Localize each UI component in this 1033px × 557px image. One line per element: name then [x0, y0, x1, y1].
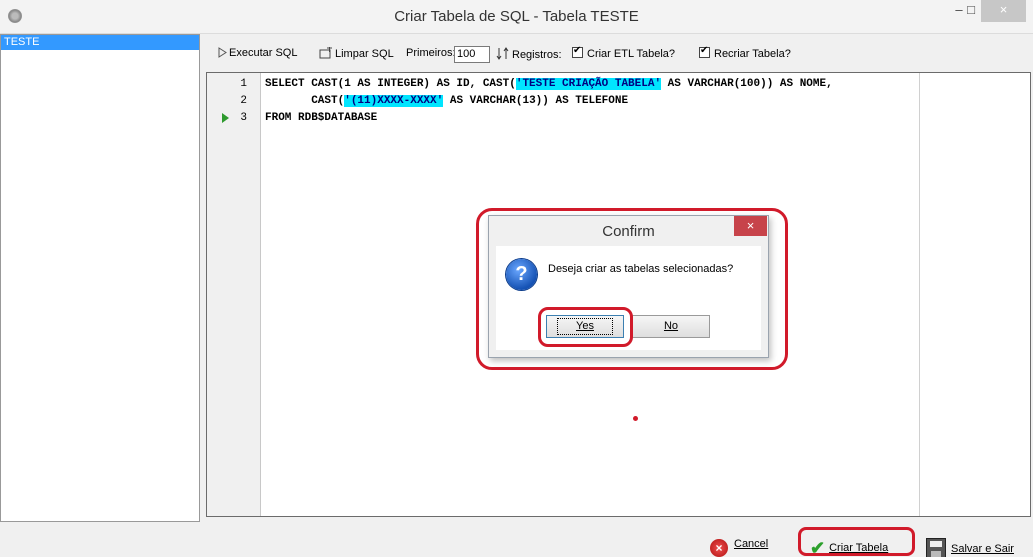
- dialog-title: Confirm: [602, 223, 655, 240]
- checkbox-checked-icon: [572, 45, 583, 58]
- first-records-input[interactable]: 100: [454, 46, 490, 63]
- annotation-frame: [798, 527, 915, 556]
- recreate-table-checkbox[interactable]: Recriar Tabela?: [699, 45, 791, 60]
- code-text: AS VARCHAR(100)) AS NOME,: [661, 78, 833, 90]
- line-gutter: 1 2 3: [207, 73, 261, 516]
- clear-sql-button[interactable]: Limpar SQL: [319, 47, 394, 60]
- question-icon: ?: [506, 259, 537, 290]
- code-text: SELECT CAST(1 AS INTEGER) AS ID, CAST(: [265, 78, 516, 90]
- code-line[interactable]: CAST('(11)XXXX-XXXX' AS VARCHAR(13)) AS …: [265, 95, 628, 107]
- first-label: Primeiros:: [406, 47, 456, 59]
- save-exit-button[interactable]: Salvar e Sair: [926, 538, 1014, 557]
- code-highlight: 'TESTE CRIAÇÃO TABELA': [515, 78, 662, 90]
- code-text: CAST(: [265, 95, 345, 107]
- execute-sql-button[interactable]: Executar SQL: [218, 47, 297, 59]
- annotation-dot: [633, 416, 638, 421]
- line-number: 3: [240, 112, 247, 124]
- cancel-button[interactable]: × Cancel: [710, 538, 768, 557]
- no-button[interactable]: No: [632, 315, 710, 338]
- window-title: Criar Tabela de SQL - Tabela TESTE: [394, 8, 639, 25]
- create-etl-label: Criar ETL Tabela?: [587, 48, 676, 60]
- clear-sql-label: Limpar SQL: [335, 48, 394, 60]
- save-icon: [926, 538, 946, 557]
- clear-icon: [319, 47, 332, 59]
- checkbox-checked-icon: [699, 45, 710, 58]
- table-list-item[interactable]: TESTE: [1, 35, 199, 50]
- cancel-icon: ×: [710, 539, 728, 557]
- no-label: No: [663, 320, 679, 332]
- close-button[interactable]: ×: [981, 0, 1026, 22]
- code-line[interactable]: SELECT CAST(1 AS INTEGER) AS ID, CAST('T…: [265, 78, 833, 90]
- dialog-message: Deseja criar as tabelas selecionadas?: [548, 263, 734, 275]
- line-number: 1: [240, 78, 247, 90]
- recreate-table-label: Recriar Tabela?: [714, 48, 791, 60]
- execute-sql-label: Executar SQL: [229, 47, 298, 59]
- save-exit-label: Salvar e Sair: [951, 543, 1014, 555]
- code-highlight: '(11)XXXX-XXXX': [344, 95, 444, 107]
- records-label: Registros:: [512, 49, 562, 61]
- spin-arrows-icon: [496, 47, 509, 60]
- dialog-close-button[interactable]: ×: [734, 216, 767, 236]
- cancel-label: Cancel: [734, 538, 769, 550]
- code-text: AS VARCHAR(13)) AS TELEFONE: [443, 95, 629, 107]
- table-list[interactable]: TESTE: [0, 34, 200, 522]
- toolbar: Executar SQL Limpar SQL Primeiros: 100 R…: [206, 44, 1006, 66]
- code-line[interactable]: FROM RDB$DATABASE: [265, 112, 377, 124]
- play-icon: [218, 47, 227, 58]
- records-spin[interactable]: Registros:: [496, 47, 562, 61]
- annotation-frame: [538, 307, 633, 347]
- line-number: 2: [240, 95, 247, 107]
- title-bar: Criar Tabela de SQL - Tabela TESTE – □ ×: [0, 0, 1033, 34]
- create-etl-checkbox[interactable]: Criar ETL Tabela?: [572, 45, 676, 60]
- right-margin-line: [919, 73, 920, 516]
- code-text: FROM RDB$DATABASE: [265, 112, 378, 124]
